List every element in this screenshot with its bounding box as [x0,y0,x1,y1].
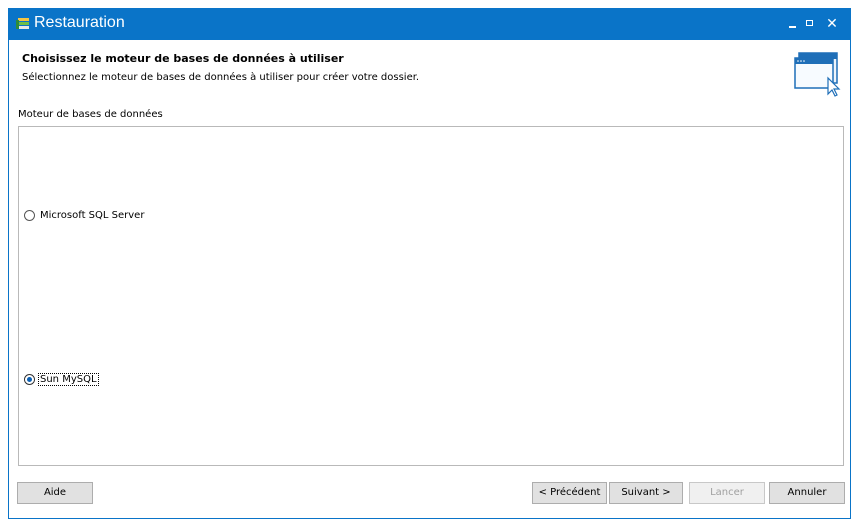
radio-option-mysql[interactable]: Sun MySQL [24,371,99,387]
radio-option-sql-server[interactable]: Microsoft SQL Server [24,207,145,223]
window-title: Restauration [34,14,125,31]
close-button[interactable]: ✕ [824,16,840,32]
radio-button[interactable] [24,209,35,221]
close-icon: ✕ [826,16,838,32]
minimize-icon [789,26,796,28]
previous-button[interactable]: < Précédent [532,482,607,504]
minimize-button[interactable] [785,16,801,32]
radio-button-selected[interactable] [24,373,35,385]
restore-wizard-window: Restauration ✕ Choisissez le moteur de b… [8,8,851,519]
maximize-icon [806,20,813,26]
window-cursor-icon [794,52,841,97]
help-button[interactable]: Aide [17,482,93,504]
maximize-button[interactable] [803,16,819,32]
title-bar[interactable]: Restauration ✕ [9,9,850,40]
engine-group-label: Moteur de bases de données [18,109,163,120]
engine-group: Microsoft SQL Server Sun MySQL [18,126,844,466]
radio-label: Microsoft SQL Server [40,209,145,221]
page-title: Choisissez le moteur de bases de données… [22,52,344,65]
next-button[interactable]: Suivant > [609,482,683,504]
wizard-header: Choisissez le moteur de bases de données… [9,40,850,100]
page-subtitle: Sélectionnez le moteur de bases de donné… [22,72,420,83]
cancel-button[interactable]: Annuler [769,482,845,504]
app-icon [16,18,29,29]
radio-label: Sun MySQL [38,372,99,386]
launch-button[interactable]: Lancer [689,482,765,504]
